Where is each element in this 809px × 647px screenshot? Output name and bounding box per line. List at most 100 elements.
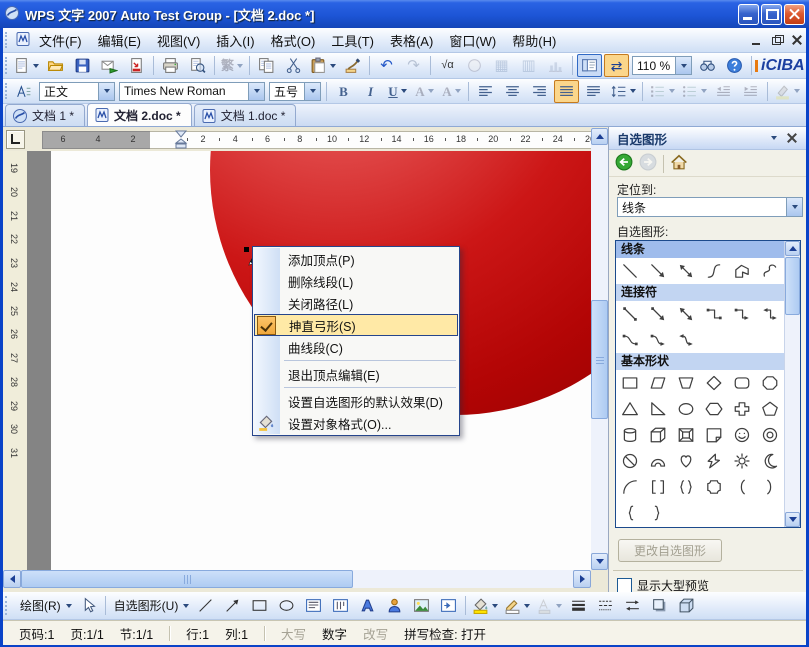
- shadow-style-button[interactable]: [647, 594, 672, 617]
- scroll-down-button[interactable]: [785, 512, 800, 527]
- draw-menu-button-dropdown-icon[interactable]: [66, 604, 72, 608]
- format-painter-button[interactable]: [340, 54, 365, 77]
- toolbar-grip[interactable]: [5, 32, 12, 49]
- horizontal-scroll-thumb[interactable]: [21, 570, 353, 588]
- straighten-arc-item[interactable]: 抻直弓形(S): [254, 314, 458, 336]
- maximize-button[interactable]: [761, 4, 782, 25]
- status-overtype[interactable]: 改写: [363, 624, 388, 643]
- oval-tool-button[interactable]: [274, 594, 299, 617]
- insert-picture-button[interactable]: [409, 594, 434, 617]
- menu-window[interactable]: 窗口(W): [441, 28, 504, 53]
- align-left-button[interactable]: [473, 80, 498, 103]
- right-brace-shape-item[interactable]: [644, 500, 672, 526]
- straight-connector-shape-item[interactable]: [616, 301, 644, 327]
- diamond-shape-item[interactable]: [700, 370, 728, 396]
- menu-insert[interactable]: 插入(I): [208, 28, 262, 53]
- mdi-close-button[interactable]: [789, 33, 806, 48]
- line-spacing-button-dropdown-icon[interactable]: [630, 89, 636, 93]
- menu-tools[interactable]: 工具(T): [323, 28, 382, 53]
- horizontal-ruler[interactable]: 6422468101214161820222426: [27, 129, 591, 149]
- distribute-button[interactable]: [581, 80, 606, 103]
- tab-stop-selector[interactable]: [6, 130, 25, 149]
- vertical-scrollbar[interactable]: [591, 128, 608, 570]
- text-frame-button[interactable]: [436, 594, 461, 617]
- double-arrow-shape-item[interactable]: [672, 258, 700, 284]
- curved-arrow-connector-shape-item[interactable]: [644, 327, 672, 353]
- formatting-marks-button[interactable]: ⇄: [604, 54, 629, 77]
- hexagon-shape-item[interactable]: [700, 396, 728, 422]
- line-style-button[interactable]: [566, 594, 591, 617]
- paste-button-dropdown-icon[interactable]: [330, 64, 336, 68]
- copy-button[interactable]: [254, 54, 279, 77]
- toolbar-grip[interactable]: [5, 83, 7, 100]
- mdi-minimize-button[interactable]: [749, 33, 766, 48]
- arrow-shape-item[interactable]: [644, 258, 672, 284]
- tab-document-1-doc[interactable]: 文档 1.doc *: [194, 104, 297, 126]
- export-pdf-button[interactable]: [124, 54, 149, 77]
- task-pane-close-icon[interactable]: [785, 131, 800, 146]
- rectangle-shape-item[interactable]: [616, 370, 644, 396]
- textbox-tool-button[interactable]: [301, 594, 326, 617]
- sun-shape-item[interactable]: [728, 448, 756, 474]
- double-brace-shape-item[interactable]: [672, 474, 700, 500]
- draw-menu-button[interactable]: 绘图(R): [16, 594, 74, 617]
- left-brace-shape-item[interactable]: [616, 500, 644, 526]
- new-document-button[interactable]: [11, 54, 41, 77]
- block-arc-shape-item[interactable]: [644, 448, 672, 474]
- toolbar-grip[interactable]: [5, 596, 12, 615]
- pentagon-shape-item[interactable]: [756, 396, 784, 422]
- smiley-face-shape-item[interactable]: [728, 422, 756, 448]
- new-document-button-dropdown-icon[interactable]: [33, 64, 39, 68]
- scribble-shape-item[interactable]: [756, 258, 784, 284]
- menu-edit[interactable]: 编辑(E): [90, 28, 149, 53]
- font-combo-dropdown-icon[interactable]: [248, 83, 264, 100]
- delete-segment-item[interactable]: 删除线段(L): [254, 270, 458, 292]
- curved-connector-shape-item[interactable]: [616, 327, 644, 353]
- wordart-button[interactable]: [355, 594, 380, 617]
- elbow-connector-shape-item[interactable]: [700, 301, 728, 327]
- line-shape-item[interactable]: [616, 258, 644, 284]
- menu-file[interactable]: 文件(F): [31, 28, 90, 53]
- task-pane-menu-arrow-icon[interactable]: [771, 136, 777, 140]
- donut-shape-item[interactable]: [756, 422, 784, 448]
- can-shape-item[interactable]: [616, 422, 644, 448]
- zoom-combo-dropdown-icon[interactable]: [675, 57, 691, 74]
- bold-button[interactable]: B: [331, 80, 356, 103]
- add-vertex-item[interactable]: 添加顶点(P): [254, 248, 458, 270]
- vertical-textbox-tool-button[interactable]: [328, 594, 353, 617]
- print-preview-button[interactable]: [185, 54, 210, 77]
- trapezoid-shape-item[interactable]: [672, 370, 700, 396]
- shape-section-header[interactable]: 线条: [616, 241, 784, 258]
- tab-document-1[interactable]: 文档 1 *: [5, 104, 85, 126]
- shape-section-header[interactable]: 基本形状: [616, 353, 784, 370]
- freeform-shape-item[interactable]: [728, 258, 756, 284]
- arrow-tool-button[interactable]: [220, 594, 245, 617]
- align-center-button[interactable]: [500, 80, 525, 103]
- home-icon[interactable]: [670, 153, 688, 174]
- cross-shape-item[interactable]: [728, 396, 756, 422]
- scroll-right-button[interactable]: [573, 570, 591, 588]
- print-button[interactable]: [158, 54, 183, 77]
- exit-vertex-edit-item[interactable]: 退出顶点编辑(E): [254, 363, 458, 385]
- styles-button[interactable]: [11, 80, 36, 103]
- zoom-combo[interactable]: 110 %: [632, 56, 692, 75]
- goto-combobox[interactable]: 线条: [617, 197, 803, 217]
- straight-arrow-connector-shape-item[interactable]: [644, 301, 672, 327]
- mdi-restore-button[interactable]: [769, 33, 786, 48]
- oval-shape-item[interactable]: [672, 396, 700, 422]
- scroll-up-button[interactable]: [785, 241, 800, 256]
- menu-format[interactable]: 格式(O): [263, 28, 324, 53]
- justify-button[interactable]: [554, 80, 579, 103]
- underline-button-dropdown-icon[interactable]: [401, 89, 407, 93]
- line-color-button[interactable]: [502, 594, 532, 617]
- fill-color-button-dropdown-icon[interactable]: [492, 604, 498, 608]
- rounded-rectangle-shape-item[interactable]: [728, 370, 756, 396]
- moon-shape-item[interactable]: [756, 448, 784, 474]
- right-triangle-shape-item[interactable]: [644, 396, 672, 422]
- back-icon[interactable]: [615, 153, 633, 174]
- close-button[interactable]: [784, 4, 805, 25]
- dash-style-button[interactable]: [593, 594, 618, 617]
- arc-shape-item[interactable]: [616, 474, 644, 500]
- clipart-button[interactable]: [382, 594, 407, 617]
- status-spellcheck[interactable]: 拼写检查: 打开: [404, 624, 486, 643]
